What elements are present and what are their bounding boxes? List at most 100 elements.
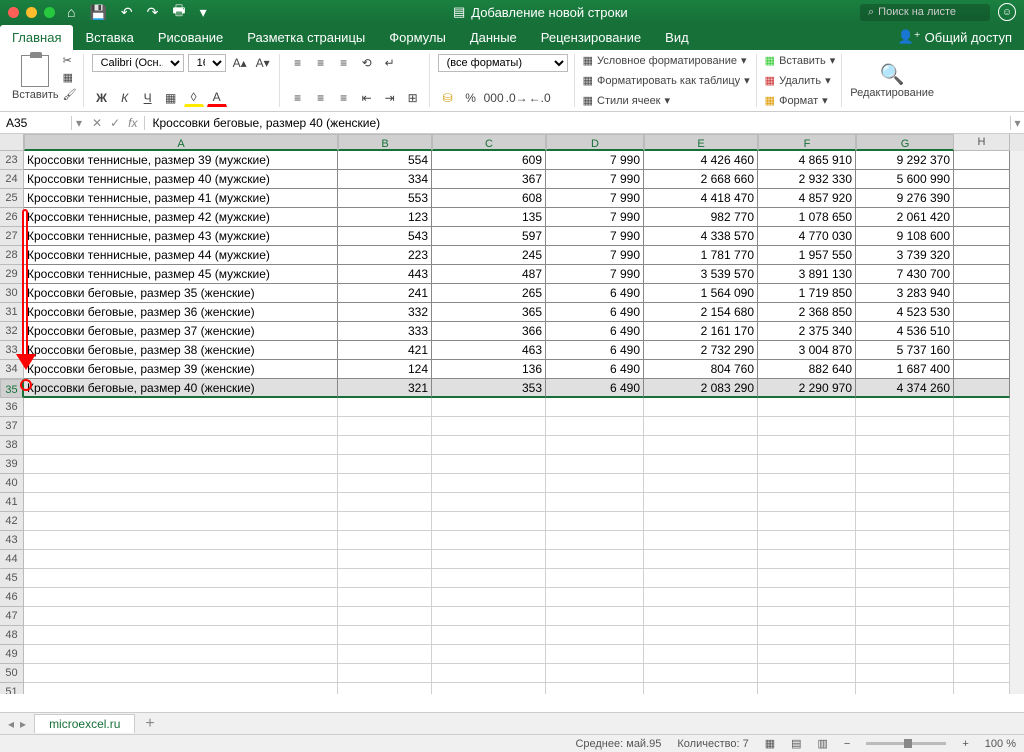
cell[interactable]	[432, 607, 546, 626]
cell[interactable]	[546, 417, 644, 436]
cell[interactable]: 5 600 990	[856, 170, 954, 189]
cell[interactable]	[856, 493, 954, 512]
col-header-e[interactable]: E	[644, 134, 758, 151]
cell[interactable]	[338, 569, 432, 588]
cell[interactable]: 2 061 420	[856, 208, 954, 227]
cell[interactable]	[644, 531, 758, 550]
cell[interactable]: 804 760	[644, 360, 758, 379]
table-row[interactable]: 36	[0, 398, 1024, 417]
cancel-formula-icon[interactable]: ✕	[92, 116, 102, 130]
table-row[interactable]: 23 Кроссовки теннисные, размер 39 (мужск…	[0, 151, 1024, 170]
cell[interactable]	[24, 550, 338, 569]
cell[interactable]: Кроссовки беговые, размер 40 (женские)	[24, 379, 338, 398]
cell[interactable]: Кроссовки беговые, размер 39 (женские)	[24, 360, 338, 379]
inc-decimal-icon[interactable]: .0→	[507, 89, 527, 107]
table-row[interactable]: 40	[0, 474, 1024, 493]
cell[interactable]: 321	[338, 379, 432, 398]
cell[interactable]: 4 536 510	[856, 322, 954, 341]
cell[interactable]	[24, 569, 338, 588]
cell[interactable]: 982 770	[644, 208, 758, 227]
cell[interactable]	[954, 284, 1010, 303]
cell[interactable]	[24, 645, 338, 664]
namebox-dropdown[interactable]: ▾	[72, 116, 86, 130]
col-header-b[interactable]: B	[338, 134, 432, 151]
row-header[interactable]: 43	[0, 531, 24, 550]
font-size-select[interactable]: 16	[188, 54, 226, 72]
cell[interactable]	[644, 664, 758, 683]
format-as-table-button[interactable]: ▦ Форматировать как таблицу ▾	[583, 74, 750, 87]
row-header[interactable]: 34	[0, 360, 24, 379]
cell[interactable]: 609	[432, 151, 546, 170]
paste-button[interactable]: Вставить	[12, 55, 59, 101]
cell[interactable]	[758, 569, 856, 588]
row-header[interactable]: 50	[0, 664, 24, 683]
align-right-icon[interactable]: ≡	[334, 89, 354, 107]
cell[interactable]	[24, 512, 338, 531]
align-middle-icon[interactable]: ≡	[311, 54, 331, 72]
align-left-icon[interactable]: ≡	[288, 89, 308, 107]
row-header[interactable]: 32	[0, 322, 24, 341]
cell[interactable]	[856, 474, 954, 493]
format-painter-icon[interactable]: 🖌	[63, 88, 77, 101]
cell[interactable]	[338, 436, 432, 455]
cell[interactable]	[954, 417, 1010, 436]
cell[interactable]: Кроссовки теннисные, размер 40 (мужские)	[24, 170, 338, 189]
cell[interactable]: Кроссовки теннисные, размер 44 (мужские)	[24, 246, 338, 265]
cell[interactable]	[954, 493, 1010, 512]
copy-icon[interactable]: ▦	[63, 71, 77, 84]
cell[interactable]: 7 990	[546, 227, 644, 246]
cell[interactable]	[24, 398, 338, 417]
cell[interactable]	[954, 341, 1010, 360]
number-format-select[interactable]: (все форматы)	[438, 54, 568, 72]
cell[interactable]	[856, 626, 954, 645]
cell[interactable]	[856, 512, 954, 531]
table-row[interactable]: 50	[0, 664, 1024, 683]
cell[interactable]	[644, 455, 758, 474]
cell[interactable]: Кроссовки теннисные, размер 43 (мужские)	[24, 227, 338, 246]
percent-icon[interactable]: %	[461, 89, 481, 107]
cell[interactable]: 9 108 600	[856, 227, 954, 246]
font-name-select[interactable]: Calibri (Осн...	[92, 54, 184, 72]
cell[interactable]	[432, 398, 546, 417]
cell[interactable]: 245	[432, 246, 546, 265]
row-header[interactable]: 26	[0, 208, 24, 227]
orientation-icon[interactable]: ⟲	[357, 54, 377, 72]
cell[interactable]: 123	[338, 208, 432, 227]
cell[interactable]	[954, 531, 1010, 550]
table-row[interactable]: 49	[0, 645, 1024, 664]
row-header[interactable]: 35	[0, 379, 24, 398]
cell[interactable]	[954, 645, 1010, 664]
decrease-font-icon[interactable]: A▾	[253, 54, 273, 72]
cell[interactable]: 7 990	[546, 246, 644, 265]
cell[interactable]	[758, 417, 856, 436]
cell[interactable]	[24, 436, 338, 455]
cell[interactable]: 135	[432, 208, 546, 227]
cell[interactable]: 2 154 680	[644, 303, 758, 322]
table-row[interactable]: 43	[0, 531, 1024, 550]
table-row[interactable]: 29 Кроссовки теннисные, размер 45 (мужск…	[0, 265, 1024, 284]
cell[interactable]	[546, 474, 644, 493]
merge-icon[interactable]: ⊞	[403, 89, 423, 107]
cell[interactable]: 2 375 340	[758, 322, 856, 341]
cell[interactable]	[954, 683, 1010, 694]
cell[interactable]	[546, 493, 644, 512]
cell[interactable]	[954, 151, 1010, 170]
row-header[interactable]: 30	[0, 284, 24, 303]
table-row[interactable]: 28 Кроссовки теннисные, размер 44 (мужск…	[0, 246, 1024, 265]
cell[interactable]	[432, 417, 546, 436]
cell[interactable]	[644, 569, 758, 588]
delete-cells-button[interactable]: ▦ Удалить ▾	[765, 74, 836, 87]
cell[interactable]	[856, 436, 954, 455]
tab-draw[interactable]: Рисование	[146, 25, 235, 50]
conditional-format-button[interactable]: ▦ Условное форматирование ▾	[583, 54, 750, 67]
cell[interactable]	[338, 664, 432, 683]
cell[interactable]	[644, 550, 758, 569]
row-header[interactable]: 36	[0, 398, 24, 417]
cell[interactable]: Кроссовки теннисные, размер 45 (мужские)	[24, 265, 338, 284]
zoom-slider[interactable]	[866, 742, 946, 745]
cell[interactable]	[954, 303, 1010, 322]
cell[interactable]: 4 418 470	[644, 189, 758, 208]
italic-button[interactable]: К	[115, 89, 135, 107]
cell[interactable]: 4 523 530	[856, 303, 954, 322]
cell[interactable]	[758, 626, 856, 645]
